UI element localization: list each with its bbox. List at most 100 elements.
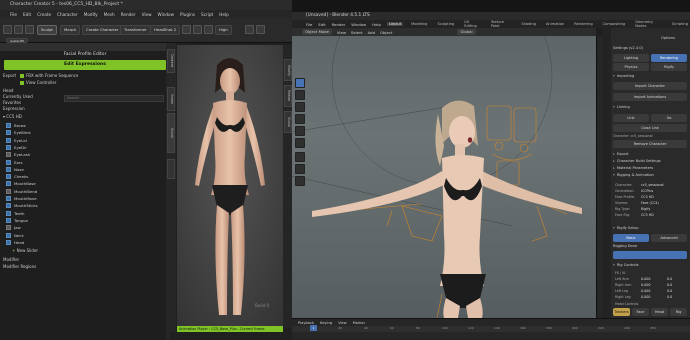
limb-row-left-arm[interactable]: Left Arm 0.000 0.0 bbox=[615, 277, 672, 281]
bl-menu-help[interactable]: Help bbox=[372, 22, 381, 27]
checkbox-icon[interactable] bbox=[20, 74, 24, 78]
basic-toggle[interactable]: Basic bbox=[613, 234, 649, 242]
menu-view[interactable]: View bbox=[142, 12, 152, 17]
tab-content[interactable]: Content bbox=[167, 49, 175, 73]
tab-scene[interactable]: Scene bbox=[167, 87, 175, 111]
menu-script[interactable]: Script bbox=[201, 12, 213, 17]
vp-menu-select[interactable]: Select bbox=[351, 30, 363, 35]
headshot-button[interactable]: HeadShot 2 bbox=[150, 25, 181, 35]
physics-tab[interactable]: Physics bbox=[613, 63, 649, 71]
menu-create[interactable]: Create bbox=[37, 12, 51, 17]
tree-item[interactable]: EyeLid bbox=[6, 137, 27, 144]
limb-ik-value[interactable]: 0.0 bbox=[667, 283, 672, 287]
link-button[interactable]: Link bbox=[613, 114, 649, 122]
tree-item[interactable]: Neck bbox=[6, 232, 24, 239]
tree-item[interactable]: Cheeks bbox=[6, 173, 28, 180]
tab-motion[interactable]: Motion bbox=[284, 85, 292, 107]
tree-item[interactable]: EyeBlink bbox=[6, 129, 31, 136]
tab-visual[interactable]: Visual bbox=[167, 113, 175, 153]
limb-row-right-arm[interactable]: Right Arm 0.000 0.0 bbox=[615, 283, 672, 287]
object-mode-dropdown[interactable]: Object Mode bbox=[302, 29, 332, 35]
timeline-keying[interactable]: Keying bbox=[320, 321, 332, 325]
tree-item[interactable]: MouthMove bbox=[6, 195, 37, 202]
limb-row-right-leg[interactable]: Right Leg 0.000 0.0 bbox=[615, 295, 672, 299]
tree-item[interactable]: EyeDir bbox=[6, 144, 27, 151]
workspace-tab-geometry-nodes[interactable]: Geometry Nodes bbox=[633, 20, 664, 28]
timeline-playback[interactable]: Playback bbox=[298, 321, 314, 325]
save-icon[interactable] bbox=[25, 25, 34, 34]
cc-3d-viewport[interactable]: Build 0 bbox=[177, 45, 283, 328]
workspace-tab-sculpting[interactable]: Sculpting bbox=[435, 22, 456, 26]
tab-visual-right[interactable]: Visual bbox=[284, 111, 292, 133]
remove-character-button[interactable]: Remove Character bbox=[613, 140, 687, 148]
bl-menu-render[interactable]: Render bbox=[332, 22, 346, 27]
render-icon[interactable] bbox=[256, 25, 265, 34]
limb-ik-value[interactable]: 0.0 bbox=[667, 295, 672, 299]
import-animations-button[interactable]: Import Animations bbox=[613, 93, 687, 101]
option-view-controller[interactable]: View Controller bbox=[20, 79, 56, 86]
menu-modify[interactable]: Modify bbox=[84, 12, 98, 17]
limb-ik-value[interactable]: 0.0 bbox=[667, 277, 672, 281]
add-cube-tool-icon[interactable] bbox=[295, 176, 305, 186]
edit-expressions-button[interactable]: Edit Expressions bbox=[4, 60, 166, 70]
camera-icon[interactable] bbox=[204, 25, 213, 34]
linking-section[interactable]: ▾ Linking bbox=[613, 105, 630, 109]
trackers-button[interactable]: Trackers bbox=[613, 308, 630, 316]
blender-3d-viewport[interactable] bbox=[292, 36, 596, 318]
workspace-tab-layout[interactable]: Layout bbox=[386, 22, 404, 26]
option-fbx-frame-seq[interactable]: FBX with Frame Sequence bbox=[20, 72, 78, 79]
move-tool-icon[interactable] bbox=[295, 102, 305, 112]
advanced-toggle[interactable]: Advanced bbox=[651, 234, 687, 242]
menu-render[interactable]: Render bbox=[121, 12, 136, 17]
tree-item[interactable]: Teeth bbox=[6, 210, 25, 217]
vp-menu-add[interactable]: Add bbox=[368, 30, 375, 35]
workspace-tab-compositing[interactable]: Compositing bbox=[601, 22, 628, 26]
go-button[interactable]: Go bbox=[651, 114, 687, 122]
transformer-button[interactable]: Transformer bbox=[120, 25, 151, 35]
build-settings-section[interactable]: ▸ Character Build Settings bbox=[613, 159, 661, 163]
importing-section[interactable]: ▾ Importing bbox=[613, 74, 634, 78]
sidebar-n-tabs[interactable] bbox=[596, 36, 603, 318]
select-tool-icon[interactable] bbox=[295, 78, 305, 88]
properties-tab-strip[interactable] bbox=[603, 28, 611, 318]
rigging-animation-section[interactable]: ▾ Rigging & Animation bbox=[613, 173, 654, 177]
lighting-tab[interactable]: Lighting bbox=[613, 54, 649, 62]
tree-item[interactable]: MouthSticks bbox=[6, 202, 38, 209]
menu-edit[interactable]: Edit bbox=[23, 12, 31, 17]
bl-menu-edit[interactable]: Edit bbox=[318, 22, 325, 27]
settings-icon[interactable] bbox=[245, 25, 254, 34]
close-link-button[interactable]: Close Link bbox=[613, 124, 687, 132]
menu-file[interactable]: File bbox=[10, 12, 17, 17]
new-slider-item[interactable]: + New Slider bbox=[12, 247, 38, 254]
footer-modifier-regions[interactable]: Modifier Regions bbox=[3, 263, 36, 270]
group-cc5-hd[interactable]: ▾ CC5 HD bbox=[3, 113, 22, 120]
annotate-tool-icon[interactable] bbox=[295, 152, 305, 162]
tree-item[interactable]: Brows bbox=[6, 122, 26, 129]
limb-fk-value[interactable]: 0.000 bbox=[641, 283, 650, 287]
rotate-tool-icon[interactable] bbox=[295, 114, 305, 124]
export-section[interactable]: ▸ Export bbox=[613, 152, 629, 156]
measure-tool-icon[interactable] bbox=[295, 164, 305, 174]
sidebar-label-expression[interactable]: Expression bbox=[3, 105, 25, 112]
limb-fk-value[interactable]: 0.000 bbox=[641, 277, 650, 281]
workspace-tab-uv-editing[interactable]: UV Editing bbox=[462, 20, 483, 28]
import-character-button[interactable]: Import Character bbox=[613, 82, 687, 90]
tree-item[interactable]: Ears bbox=[6, 159, 22, 166]
light-icon[interactable] bbox=[193, 25, 202, 34]
footer-modifier[interactable]: Modifier bbox=[3, 256, 19, 263]
options-label[interactable]: Options bbox=[661, 36, 675, 40]
workspace-tab-rendering[interactable]: Rendering bbox=[572, 22, 594, 26]
checkbox-icon[interactable] bbox=[20, 81, 24, 85]
rendering-tab[interactable]: Rendering bbox=[651, 54, 687, 62]
menu-window[interactable]: Window bbox=[158, 12, 175, 17]
create-character-button[interactable]: Create Character bbox=[82, 25, 123, 35]
limb-ik-value[interactable]: 0.0 bbox=[667, 289, 672, 293]
timeline-view[interactable]: View bbox=[338, 321, 347, 325]
vp-menu-object[interactable]: Object bbox=[380, 30, 392, 35]
bl-menu-file[interactable]: File bbox=[306, 22, 312, 27]
add-icon[interactable]: + bbox=[12, 248, 15, 253]
tab-extra[interactable] bbox=[167, 159, 175, 179]
search-input[interactable]: Search bbox=[64, 95, 164, 102]
material-params-section[interactable]: ▸ Material Parameters bbox=[613, 166, 653, 170]
tree-item[interactable]: EyeLash bbox=[6, 151, 30, 158]
